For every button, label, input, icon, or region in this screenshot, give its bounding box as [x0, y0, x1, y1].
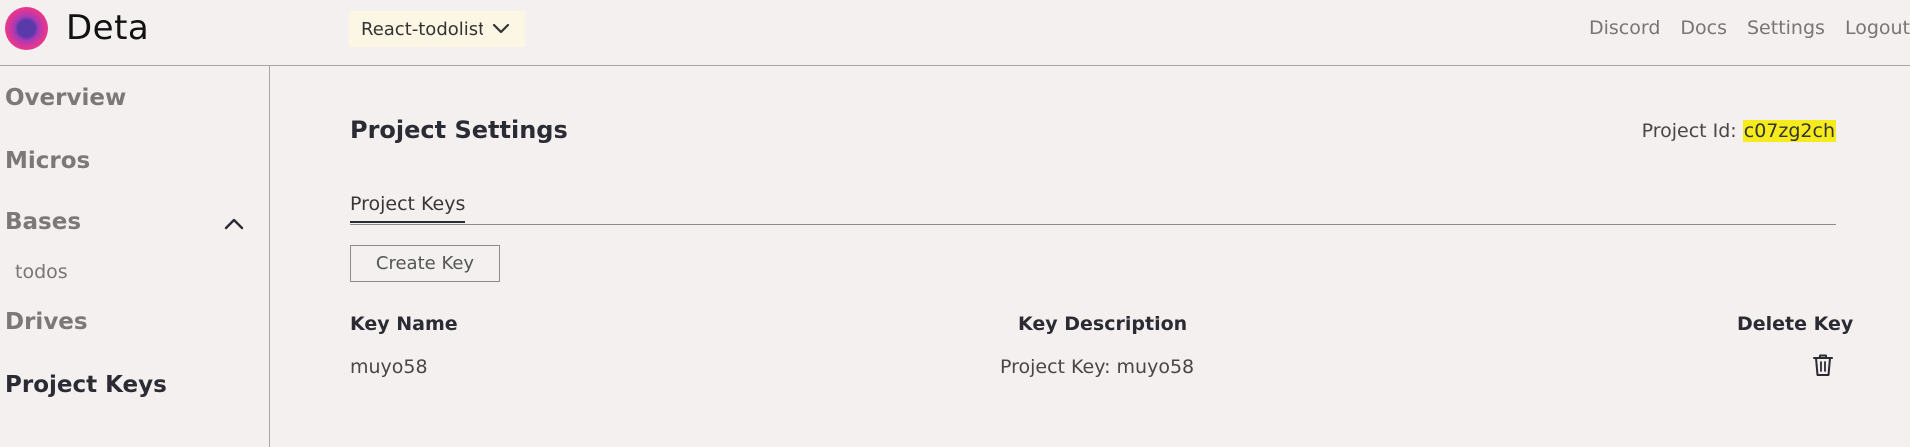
sidebar-item-project-keys[interactable]: Project Keys: [5, 372, 167, 398]
project-id-value: c07zg2ch: [1742, 120, 1836, 142]
sidebar-subitem-todos[interactable]: todos: [15, 261, 68, 283]
trash-icon[interactable]: [1812, 353, 1834, 377]
top-nav: Discord Docs Settings Logout: [1569, 17, 1910, 39]
sidebar-item-overview[interactable]: Overview: [5, 85, 126, 111]
chevron-down-icon: [492, 23, 510, 34]
project-id: Project Id: c07zg2ch: [1642, 120, 1836, 142]
tab-bar: Project Keys: [350, 193, 1836, 225]
top-bar: Deta React-todolist Discord Docs Setting…: [0, 0, 1910, 66]
key-name-cell: muyo58: [350, 356, 428, 378]
project-select[interactable]: React-todolist: [349, 11, 525, 47]
nav-discord-link[interactable]: Discord: [1589, 17, 1660, 39]
chevron-up-icon[interactable]: [224, 216, 244, 230]
deta-logo[interactable]: [5, 7, 48, 50]
column-header-key-name: Key Name: [350, 313, 458, 335]
column-header-delete-key: Delete Key: [1737, 313, 1854, 335]
page-title: Project Settings: [350, 116, 568, 144]
key-description-cell: Project Key: muyo58: [1000, 356, 1195, 378]
sidebar-item-micros[interactable]: Micros: [5, 148, 90, 174]
project-id-label: Project Id:: [1641, 120, 1737, 142]
nav-settings-link[interactable]: Settings: [1747, 17, 1825, 39]
project-select-value: React-todolist: [361, 18, 483, 40]
sidebar-item-bases[interactable]: Bases: [5, 209, 81, 235]
sidebar: Overview Micros Bases todos Drives Proje…: [0, 66, 270, 447]
sidebar-item-drives[interactable]: Drives: [5, 309, 88, 335]
brand-name[interactable]: Deta: [66, 8, 149, 48]
nav-logout-link[interactable]: Logout: [1845, 17, 1910, 39]
nav-docs-link[interactable]: Docs: [1680, 17, 1727, 39]
column-header-key-description: Key Description: [1018, 313, 1188, 335]
tab-project-keys[interactable]: Project Keys: [350, 193, 466, 223]
create-key-button[interactable]: Create Key: [350, 245, 500, 282]
